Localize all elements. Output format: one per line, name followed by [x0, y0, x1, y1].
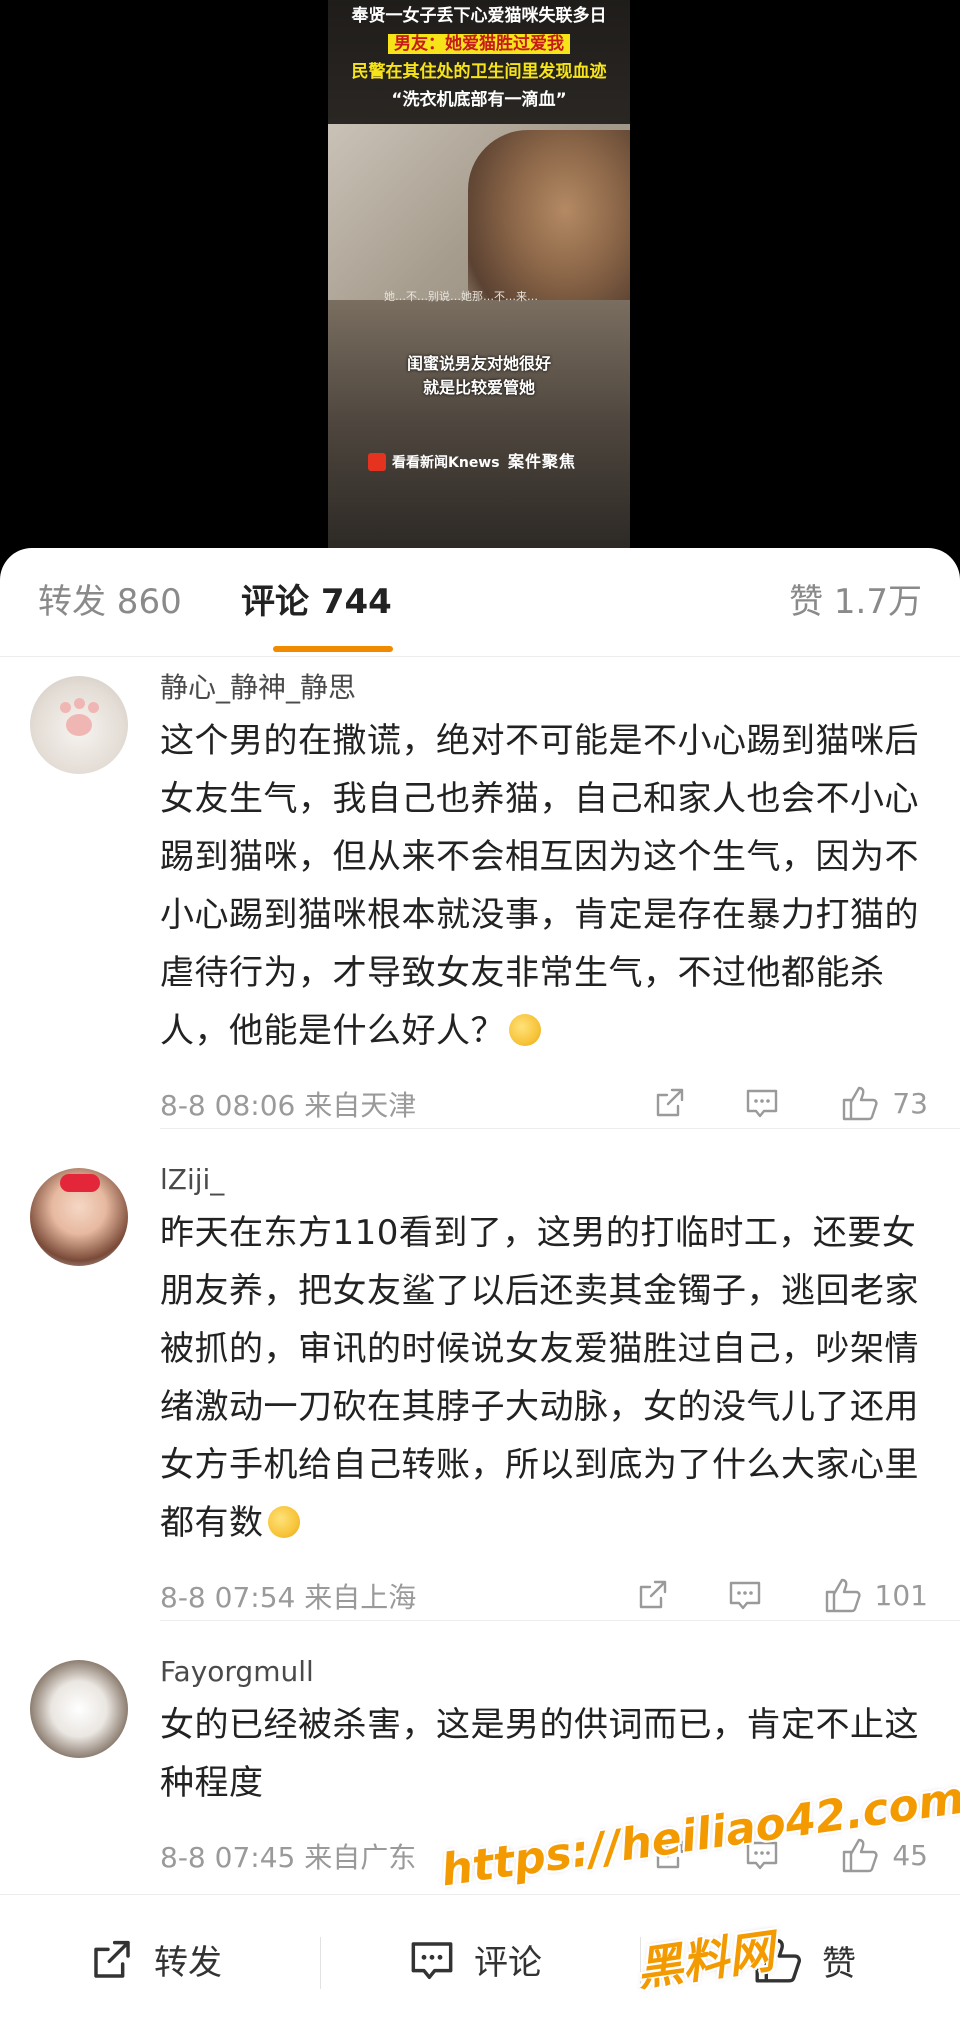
video-headline-line-2: 男友：她爱猫胜过爱我	[388, 34, 570, 54]
video-player[interactable]: 奉贤一女子丢下心爱猫咪失联多日 男友：她爱猫胜过爱我 民警在其住处的卫生间里发现…	[328, 0, 630, 548]
bottom-like-label: 赞	[822, 1943, 856, 1984]
comment-text: 昨天在东方110看到了，这男的打临时工，还要女朋友养，把女友鲨了以后还卖其金镯子…	[160, 1213, 919, 1543]
reply-icon	[747, 1089, 778, 1118]
reply-button[interactable]	[744, 1085, 780, 1121]
like-button[interactable]: 101	[823, 1576, 928, 1614]
comment-text: 女的已经被杀害，这是男的供词而已，肯定不止这种程度	[160, 1705, 919, 1803]
video-table	[328, 300, 630, 548]
video-subtitle-line-1: 闺蜜说男友对她很好	[406, 354, 551, 373]
share-button[interactable]	[652, 1837, 688, 1873]
tab-active-indicator	[273, 646, 393, 652]
video-headline-line-4: “洗衣机底部有一滴血”	[391, 90, 567, 110]
comment-username[interactable]: lZiji_	[160, 1162, 224, 1198]
comment-item: lZiji_ 昨天在东方110看到了，这男的打临时工，还要女朋友养，把女友鲨了以…	[0, 1158, 960, 1638]
comment-item: Fayorgmull 女的已经被杀害，这是男的供词而已，肯定不止这种程度 8-8…	[0, 1650, 960, 1910]
video-headline: 奉贤一女子丢下心爱猫咪失联多日 男友：她爱猫胜过爱我 民警在其住处的卫生间里发现…	[328, 0, 630, 124]
share-icon	[657, 1840, 684, 1869]
video-headline-line-3: 民警在其住处的卫生间里发现血迹	[351, 62, 607, 82]
bottom-separator	[320, 1937, 321, 1989]
knews-logo-icon	[368, 453, 386, 471]
comment-icon	[411, 1941, 453, 1979]
comment-username[interactable]: Fayorgmull	[160, 1654, 314, 1690]
bottom-repost-label: 转发	[154, 1943, 222, 1983]
paw-icon	[66, 714, 92, 736]
avatar[interactable]	[30, 1660, 128, 1758]
video-headline-line-1: 奉贤一女子丢下心爱猫咪失联多日	[351, 6, 607, 26]
video-logo: 看看新闻Knews	[368, 452, 500, 472]
share-button[interactable]	[635, 1577, 671, 1613]
emoji-icon	[509, 1014, 541, 1046]
comment-meta: 8-8 07:54 来自上海	[160, 1581, 417, 1614]
comment-meta: 8-8 07:45 来自广东	[160, 1841, 417, 1874]
avatar[interactable]	[30, 1168, 128, 1266]
comment-meta: 8-8 08:06 来自天津	[160, 1089, 417, 1122]
tab-divider	[0, 656, 960, 657]
comment-actions: 45	[652, 1836, 928, 1874]
like-count: 45	[892, 1838, 928, 1872]
avatar[interactable]	[30, 676, 128, 774]
comment-sheet: 转发 860 评论 744 赞 1.7万 静心_静神_静思 这个男的在撒谎，绝对…	[0, 548, 960, 2028]
reply-icon	[729, 1581, 760, 1610]
comment-actions: 73	[652, 1084, 928, 1122]
share-icon	[639, 1580, 666, 1609]
tab-repost[interactable]: 转发 860	[38, 580, 182, 624]
bottom-separator	[640, 1937, 641, 1989]
share-button[interactable]	[652, 1085, 688, 1121]
tab-likes[interactable]: 赞 1.7万	[789, 580, 922, 624]
share-icon	[657, 1088, 684, 1117]
comment-item: 静心_静神_静思 这个男的在撒谎，绝对不可能是不小心踢到猫咪后女友生气，我自己也…	[0, 666, 960, 1146]
thumbs-up-icon	[843, 1838, 878, 1873]
comment-actions: 101	[635, 1576, 928, 1614]
thumbs-up-icon	[825, 1578, 861, 1613]
bottom-like-button[interactable]: 赞	[752, 1935, 856, 1985]
emoji-icon	[267, 1506, 300, 1538]
tab-comments[interactable]: 评论 744	[241, 580, 392, 624]
bow-icon	[60, 1174, 100, 1192]
video-small-caption: 她…不…别说…她那…不…来…	[384, 290, 538, 303]
video-logo-text: 看看新闻Knews	[392, 455, 500, 471]
tab-bar: 转发 860 评论 744 赞 1.7万	[0, 548, 960, 656]
comment-text: 这个男的在撒谎，绝对不可能是不小心踢到猫咪后女友生气，我自己也养猫，自己和家人也…	[160, 721, 919, 1051]
video-subtitle-line-2: 就是比较爱管她	[422, 378, 535, 397]
bottom-repost-button[interactable]: 转发	[88, 1935, 222, 1984]
like-button[interactable]: 73	[840, 1084, 928, 1122]
reply-button[interactable]	[744, 1837, 780, 1873]
thumbs-up-icon	[755, 1938, 801, 1983]
comment-username[interactable]: 静心_静神_静思	[160, 670, 356, 706]
share-icon	[94, 1940, 130, 1978]
bottom-action-bar: 转发 评论 赞	[0, 1894, 960, 2028]
bottom-comment-button[interactable]: 评论	[408, 1935, 960, 1984]
reply-icon	[747, 1841, 778, 1870]
like-button[interactable]: 45	[840, 1836, 928, 1874]
thumbs-up-icon	[843, 1086, 878, 1121]
like-count: 101	[874, 1578, 928, 1612]
like-count: 73	[892, 1086, 928, 1120]
comment-separator	[160, 1620, 960, 1621]
bottom-comment-label: 评论	[474, 1943, 542, 1983]
reply-button[interactable]	[727, 1577, 763, 1613]
comment-separator	[160, 1128, 960, 1129]
video-brand: 案件聚焦	[508, 452, 577, 471]
